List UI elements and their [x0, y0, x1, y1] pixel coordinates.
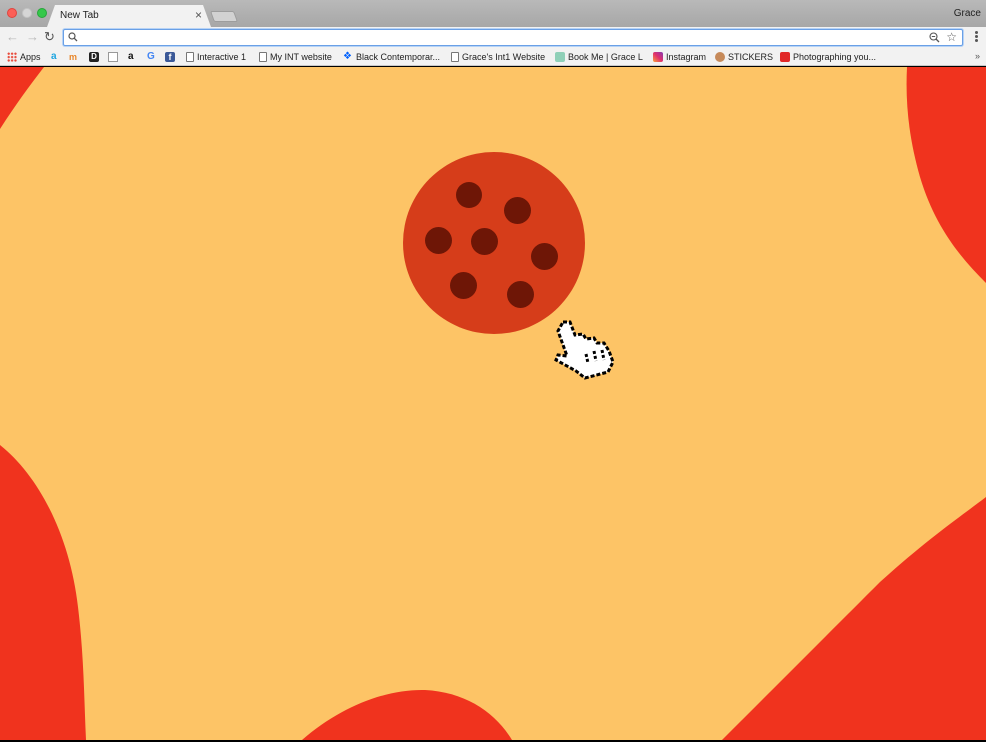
d-icon: D: [89, 52, 99, 62]
blob-bottom: [302, 689, 512, 740]
chocolate-chip: [450, 272, 477, 299]
bookmarks-bar: Apps a m D a G f Interactive 1 My INT we…: [0, 48, 986, 66]
pointer-hand-icon: [554, 320, 615, 380]
page-icon: [451, 52, 459, 62]
sticker-icon: [715, 52, 725, 62]
bookmark-stickers[interactable]: STICKERS: [715, 51, 773, 63]
tab-new-tab[interactable]: New Tab ×: [47, 5, 211, 27]
facebook-icon: f: [165, 52, 175, 62]
apps-grid-icon: [7, 52, 17, 62]
bookmark-label: Instagram: [666, 52, 707, 62]
blob-left: [0, 445, 86, 740]
tab-title: New Tab: [60, 10, 99, 21]
bookmark-facebook[interactable]: f: [165, 51, 178, 63]
search-icon: [68, 32, 78, 42]
flipboard-icon: [780, 52, 790, 62]
zoom-icon[interactable]: [929, 32, 940, 43]
bookmark-d[interactable]: D: [89, 51, 102, 63]
calendar-icon: [555, 52, 565, 62]
bookmark-label: Grace's Int1 Website: [462, 52, 546, 62]
bookmark-label: Photographing you...: [793, 52, 877, 62]
address-bar[interactable]: ☆: [63, 29, 963, 46]
photo-icon: [108, 52, 118, 62]
bookmark-photographing[interactable]: Photographing you...: [780, 51, 876, 63]
bookmark-label: STICKERS: [728, 52, 774, 62]
title-bar: New Tab × Grace: [0, 0, 986, 27]
chocolate-chip: [425, 227, 452, 254]
window-close-button[interactable]: [7, 8, 17, 18]
menu-icon[interactable]: [975, 31, 978, 43]
window-maximize-button[interactable]: [37, 8, 47, 18]
cookie[interactable]: [403, 152, 585, 334]
blob-bottom-right: [722, 497, 986, 740]
profile-name[interactable]: Grace: [954, 8, 981, 19]
reload-icon[interactable]: ↻: [44, 29, 55, 45]
new-tab-button[interactable]: [209, 11, 239, 22]
blob-top-right: [906, 67, 986, 283]
bookmark-a[interactable]: a: [51, 51, 60, 63]
bookmark-amazon[interactable]: a: [128, 51, 137, 63]
bookmark-label: Apps: [20, 52, 41, 62]
bookmarks-overflow-icon[interactable]: »: [975, 51, 980, 61]
bookmark-apps[interactable]: Apps: [7, 51, 41, 63]
chocolate-chip: [507, 281, 534, 308]
bookmark-book-me[interactable]: Book Me | Grace L: [555, 51, 643, 63]
bookmark-label: Book Me | Grace L: [568, 52, 643, 62]
forward-arrow-icon[interactable]: →: [26, 29, 39, 45]
chocolate-chip: [456, 182, 482, 208]
browser-toolbar: ← → ↻ ☆: [0, 27, 986, 48]
page-viewport: [0, 67, 986, 740]
bookmark-label: Interactive 1: [197, 52, 247, 62]
blob-top-left: [0, 67, 44, 129]
url-input[interactable]: [81, 31, 901, 44]
instagram-icon: [653, 52, 663, 62]
amazon-icon: a: [128, 51, 134, 62]
chocolate-chip: [504, 197, 531, 224]
bookmark-my-int-website[interactable]: My INT website: [259, 51, 332, 63]
bookmark-photo[interactable]: [108, 51, 121, 63]
bookmark-instagram[interactable]: Instagram: [653, 51, 706, 63]
window-minimize-button[interactable]: [22, 8, 32, 18]
page-icon: [186, 52, 194, 62]
bookmark-label: My INT website: [270, 52, 332, 62]
bookmark-label: Black Contemporar...: [356, 52, 441, 62]
bookmark-interactive-1[interactable]: Interactive 1: [186, 51, 246, 63]
letter-a-icon: a: [51, 51, 57, 62]
bookmark-google[interactable]: G: [147, 51, 158, 63]
page-icon: [259, 52, 267, 62]
back-arrow-icon[interactable]: ←: [6, 29, 19, 45]
bookmark-black-contemporary[interactable]: ❖ Black Contemporar...: [343, 51, 440, 63]
mn-icon: m: [69, 52, 78, 62]
dropbox-icon: ❖: [343, 51, 352, 62]
google-icon: G: [147, 51, 155, 62]
bookmark-star-icon[interactable]: ☆: [946, 30, 957, 44]
bookmark-mn[interactable]: m: [69, 51, 80, 63]
tab-close-icon[interactable]: ×: [195, 8, 202, 22]
chocolate-chip: [531, 243, 558, 270]
chocolate-chip: [471, 228, 498, 255]
bookmark-graces-int1-website[interactable]: Grace's Int1 Website: [451, 51, 545, 63]
